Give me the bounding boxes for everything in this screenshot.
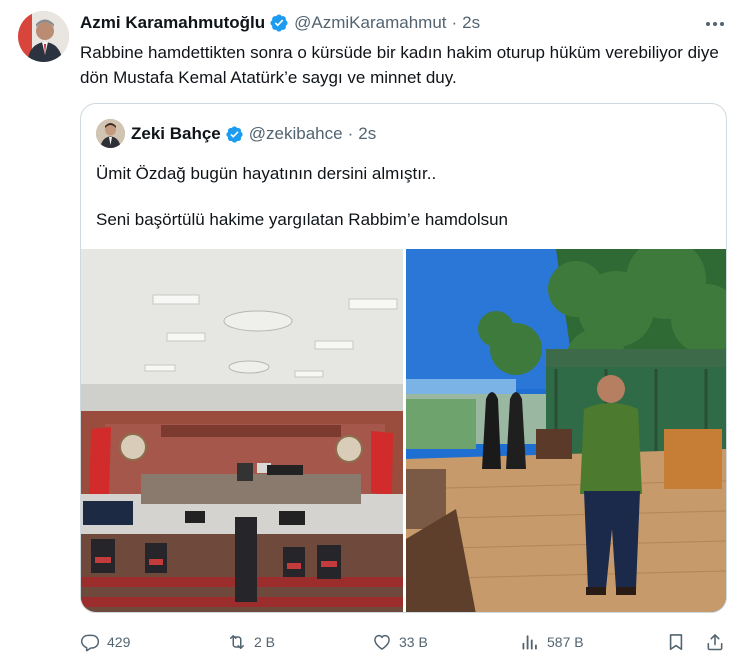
views-icon (522, 635, 537, 650)
outdoor-photo[interactable] (406, 249, 726, 612)
author-name[interactable]: Azmi Karamahmutoğlu (80, 13, 265, 33)
author-avatar[interactable] (18, 11, 69, 62)
quoted-author-name[interactable]: Zeki Bahçe (131, 124, 221, 144)
verified-badge-icon[interactable] (225, 125, 244, 144)
tweet-header: Azmi Karamahmutoğlu @AzmiKaramahmut · 2s (80, 12, 480, 34)
like-count: 33 B (399, 634, 428, 650)
quoted-text-line-2: Seni başörtülü hakime yargılatan Rabbim’… (96, 210, 509, 229)
courtroom-photo[interactable] (81, 249, 403, 612)
author-handle[interactable]: @AzmiKaramahmut (294, 13, 446, 33)
separator-dot: · (451, 13, 458, 32)
separator-dot: · (347, 124, 354, 143)
quoted-timestamp[interactable]: 2s (358, 124, 376, 144)
reply-count: 429 (107, 634, 131, 650)
repost-icon (230, 635, 244, 649)
quoted-text-line-1: Ümit Özdağ bugün hayatının dersini almış… (96, 164, 437, 183)
share-button[interactable] (705, 628, 725, 656)
reply-icon (80, 634, 100, 652)
quoted-media-grid (81, 249, 726, 612)
heart-icon (374, 634, 390, 650)
repost-count: 2 B (254, 634, 276, 650)
bookmark-icon (669, 634, 683, 651)
more-horizontal-icon[interactable] (704, 13, 726, 35)
views-count: 587 B (547, 634, 584, 650)
share-icon (707, 634, 723, 651)
like-button[interactable]: 33 B (372, 628, 428, 656)
repost-button[interactable]: 2 B (227, 628, 275, 656)
quoted-author-handle[interactable]: @zekibahce (249, 124, 343, 144)
quoted-tweet[interactable]: Zeki Bahçe @zekibahce · 2s Ümit Özdağ bu… (80, 103, 727, 613)
tweet-text: Rabbine hamdettikten sonra o kürsüde bir… (80, 43, 719, 87)
bookmark-button[interactable] (666, 628, 686, 656)
verified-badge-icon[interactable] (269, 13, 289, 33)
reply-button[interactable]: 429 (80, 628, 130, 656)
views-button[interactable]: 587 B (520, 628, 584, 656)
quoted-author-avatar[interactable] (96, 119, 125, 148)
quoted-tweet-header: Zeki Bahçe @zekibahce · 2s (131, 122, 376, 146)
tweet[interactable]: Azmi Karamahmutoğlu @AzmiKaramahmut · 2s… (0, 0, 752, 661)
timestamp[interactable]: 2s (462, 13, 480, 33)
tweet-actions: 429 2 B 33 B 587 B (80, 628, 730, 656)
